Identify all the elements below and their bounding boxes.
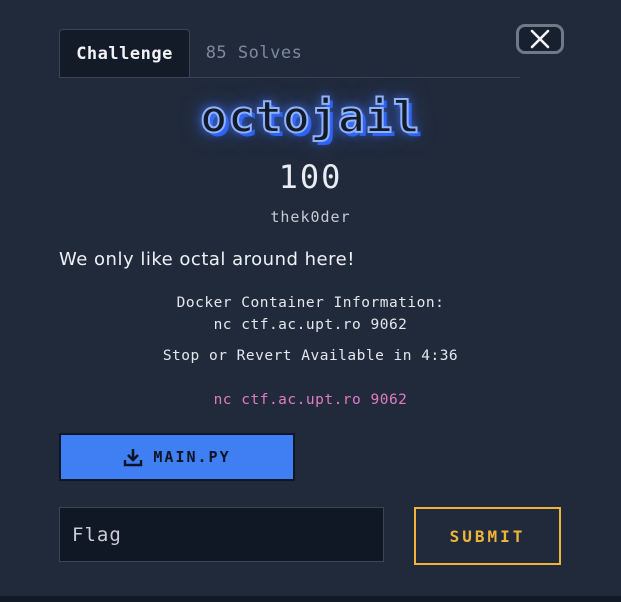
- challenge-title: octojail: [200, 91, 421, 144]
- challenge-author: thek0der: [270, 208, 351, 226]
- close-icon: [530, 29, 550, 49]
- download-file-button[interactable]: MAIN.PY: [59, 433, 295, 481]
- submit-button[interactable]: SUBMIT: [414, 507, 561, 565]
- challenge-points: 100: [278, 158, 343, 196]
- flag-input[interactable]: [59, 507, 384, 562]
- download-file-label: MAIN.PY: [153, 448, 231, 466]
- tab-solves[interactable]: 85 Solves: [199, 29, 309, 77]
- challenge-description: We only like octal around here!: [59, 249, 355, 270]
- tab-challenge[interactable]: Challenge: [59, 29, 190, 77]
- close-button[interactable]: [516, 24, 564, 54]
- challenge-modal: Challenge 85 Solves octojail 100 thek0de…: [0, 0, 621, 596]
- docker-info-heading: Docker Container Information:: [176, 295, 445, 311]
- bottom-strip: [0, 596, 621, 602]
- connection-link[interactable]: nc ctf.ac.upt.ro 9062: [0, 392, 621, 408]
- tab-bar: Challenge 85 Solves: [59, 29, 520, 78]
- download-icon: [124, 449, 143, 467]
- docker-timer-text: Stop or Revert Available in 4:36: [162, 348, 459, 364]
- docker-connection-text: nc ctf.ac.upt.ro 9062: [213, 317, 408, 333]
